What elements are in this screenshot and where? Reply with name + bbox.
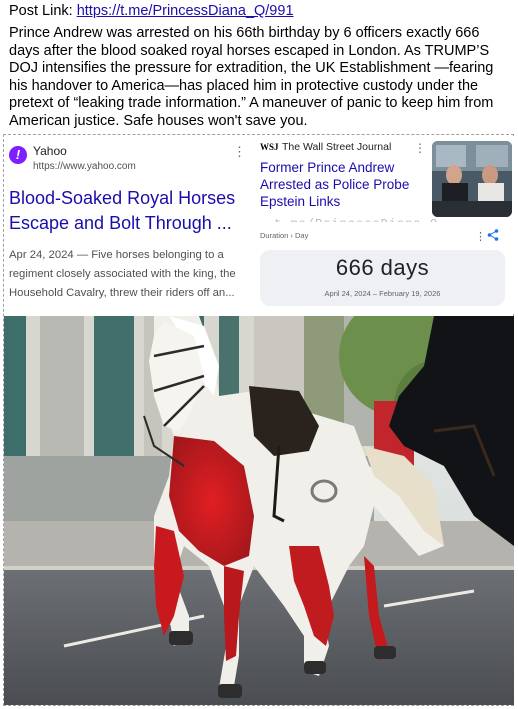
post-link-url[interactable]: https://t.me/PrincessDiana_Q/991 (77, 3, 294, 19)
yahoo-source-url: https://www.yahoo.com (33, 161, 136, 172)
duration-value: 666 days (335, 255, 430, 280)
wsj-logo: WSJ (260, 142, 279, 152)
duration-date-range: April 24, 2024 – February 19, 2026 (324, 289, 441, 298)
yahoo-result-snippet: Apr 24, 2024 — Five horses belonging to … (9, 249, 236, 299)
duration-label: Duration › Day (260, 231, 309, 240)
yahoo-source-name: Yahoo (33, 144, 67, 158)
share-icon[interactable] (486, 228, 500, 242)
more-vert-icon[interactable]: ⋮ (414, 141, 426, 155)
yahoo-result-card[interactable]: ! Yahoo https://www.yahoo.com ⋮ Blood-So… (4, 136, 248, 314)
yahoo-result-title[interactable]: Blood-Soaked Royal Horses Escape and Bol… (9, 186, 245, 236)
wsj-result-title[interactable]: Former Prince Andrew Arrested as Police … (260, 159, 430, 210)
yahoo-logo-icon: ! (9, 146, 27, 164)
more-vert-icon[interactable]: ⋮ (475, 230, 486, 243)
post-link-label: Post Link: (9, 3, 73, 19)
post-body-text: Prince Andrew was arrested on his 66th b… (9, 25, 494, 129)
wsj-source-name: The Wall Street Journal (282, 141, 392, 153)
wsj-thumbnail-image (432, 141, 512, 217)
duration-card: Duration › Day ⋮ 666 days April 24, 2024… (250, 222, 514, 314)
duration-result-box: 666 days April 24, 2024 – February 19, 2… (260, 250, 505, 306)
post-link-line: Post Link: https://t.me/PrincessDiana_Q/… (9, 3, 294, 19)
more-vert-icon[interactable]: ⋮ (233, 144, 246, 160)
horse-photo (4, 316, 514, 705)
wsj-result-card[interactable]: WSJ The Wall Street Journal ⋮ Former Pri… (250, 136, 514, 222)
